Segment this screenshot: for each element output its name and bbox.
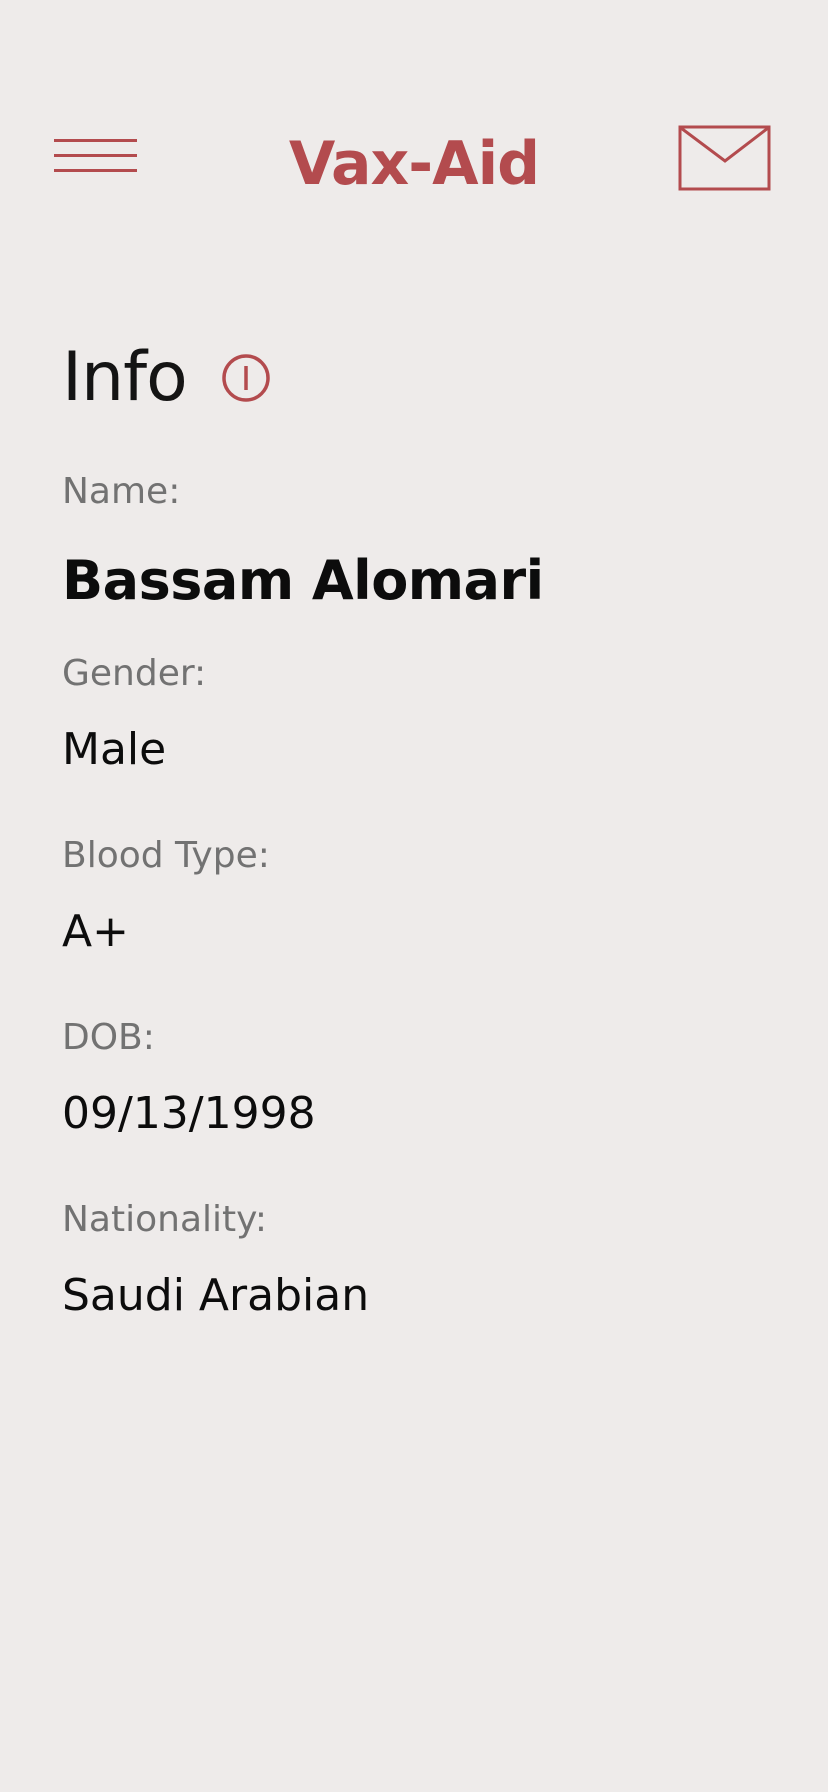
nationality-value: Saudi Arabian [62, 1270, 370, 1321]
gender-label: Gender: [62, 653, 207, 694]
mail-button[interactable] [678, 124, 774, 194]
info-section: Info Name: Bassam Alomari Gender: Male B… [62, 330, 762, 1321]
name-value: Bassam Alomari [62, 549, 544, 612]
blood-type-value: A+ [62, 906, 129, 957]
info-circle-icon[interactable] [220, 352, 272, 404]
blood-type-label: Blood Type: [62, 835, 270, 876]
section-title: Info [62, 338, 188, 417]
name-label: Name: [62, 471, 181, 512]
gender-value: Male [62, 724, 167, 775]
dob-label: DOB: [62, 1017, 155, 1058]
dob-value: 09/13/1998 [62, 1088, 316, 1139]
app-header: Vax-Aid [0, 0, 828, 240]
info-header: Info [62, 330, 762, 430]
nationality-label: Nationality: [62, 1199, 267, 1240]
envelope-icon [678, 125, 771, 191]
